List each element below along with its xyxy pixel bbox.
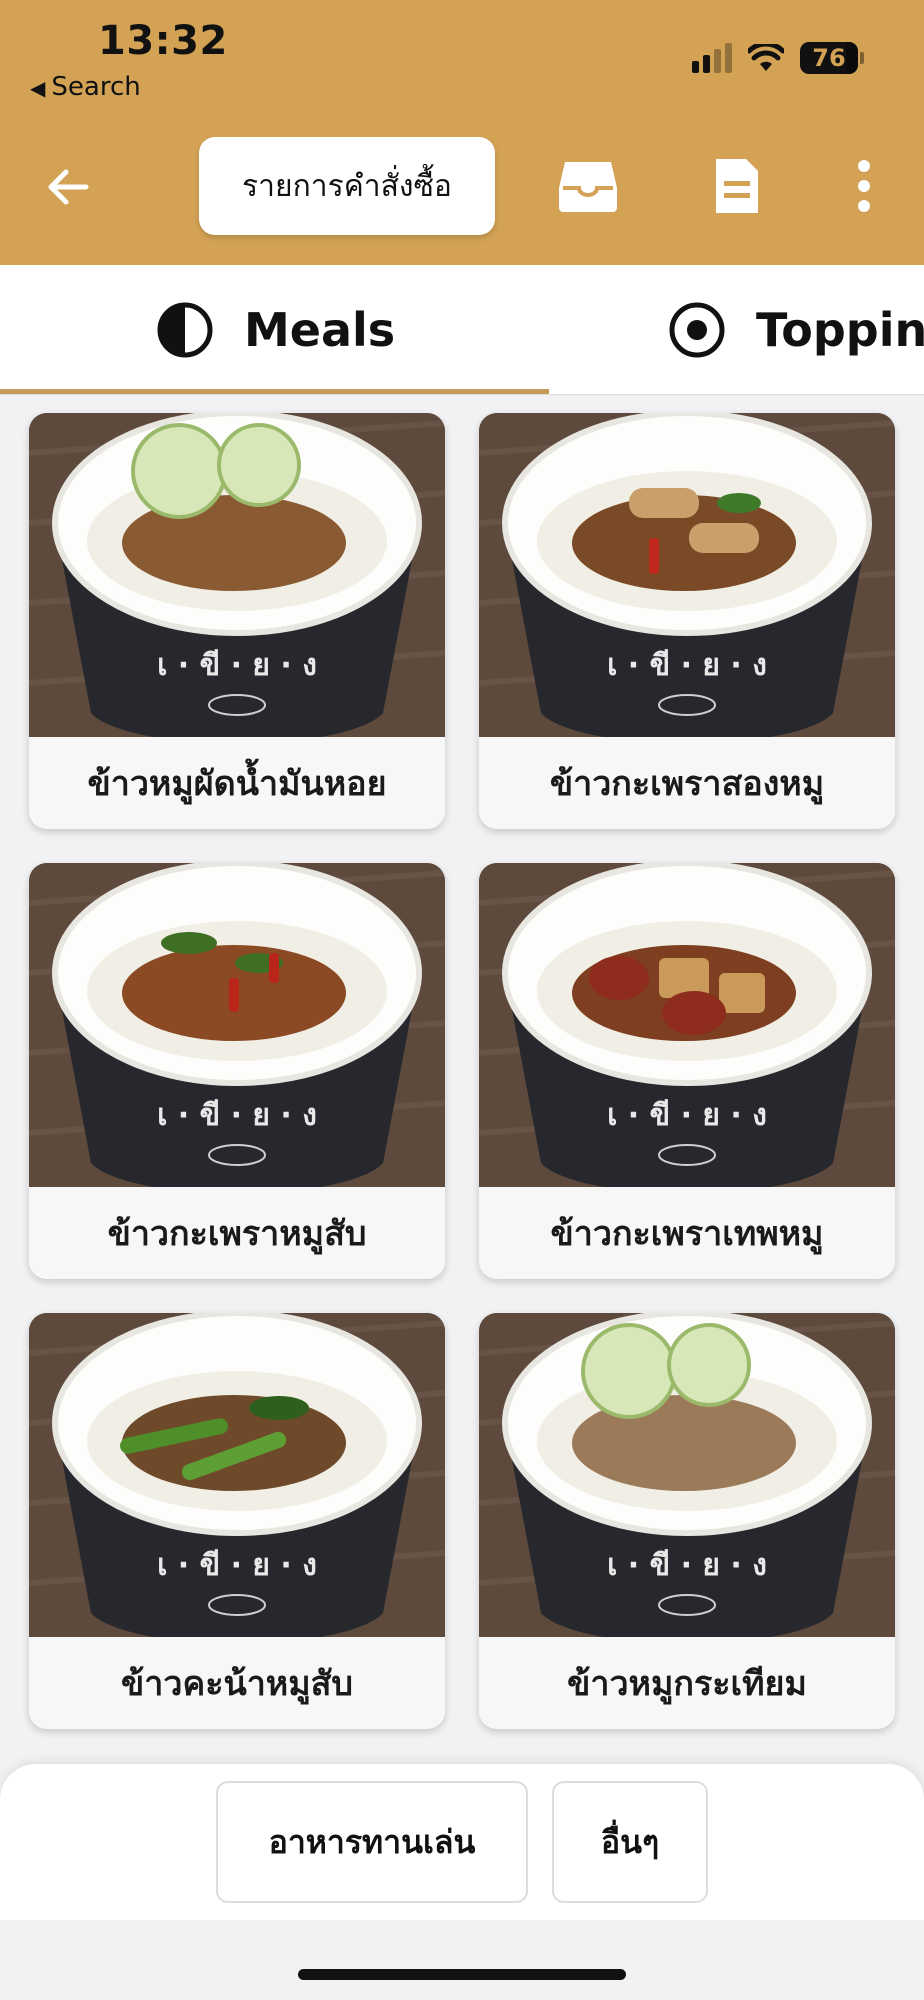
bowl-brand-text: เ · ขี · ย · ง [157,1098,317,1133]
half-circle-icon [157,302,213,358]
menu-item-card[interactable]: เ · ขี · ย · งข้าวกะเพราหมูสับ [29,863,445,1279]
bowl-brand-text: เ · ขี · ย · ง [607,1548,767,1583]
menu-item-name: ข้าวกะเพราเทพหมู [479,1187,895,1279]
menu-item-card[interactable]: เ · ขี · ย · งข้าวคะน้าหมูสับ [29,1313,445,1729]
back-triangle-icon: ◀ [30,76,46,100]
menu-item-card[interactable]: เ · ขี · ย · งข้าวกะเพราสองหมู [479,413,895,829]
menu-grid: เ · ขี · ย · งข้าวหมูผัดน้ำมันหอยเ · ขี … [29,413,895,1729]
tab-toppings[interactable]: Toppings [668,265,924,394]
radio-dot-icon [669,302,725,358]
category-tabs: Meals Toppings [0,265,924,395]
menu-item-photo: เ · ขี · ย · ง [29,413,445,737]
battery-level: 76 [812,44,846,72]
menu-item-photo: เ · ขี · ย · ง [479,863,895,1187]
menu-item-card[interactable]: เ · ขี · ย · งข้าวหมูผัดน้ำมันหอย [29,413,445,829]
arrow-left-icon[interactable] [38,160,98,214]
menu-item-name: ข้าวคะน้าหมูสับ [29,1637,445,1729]
bowl-brand-text: เ · ขี · ย · ง [157,1548,317,1583]
receipt-icon[interactable] [702,150,772,222]
tab-meals-label: Meals [244,303,396,357]
wifi-icon [748,44,784,71]
menu-item-name: ข้าวกะเพราสองหมู [479,737,895,829]
app-header: 13:32 ◀ Search 76 รายการคำสั่งซื้อ [0,0,924,265]
battery-icon: 76 [800,42,864,74]
signal-icon [692,43,732,73]
order-list-button[interactable]: รายการคำสั่งซื้อ [199,137,495,235]
menu-item-photo: เ · ขี · ย · ง [29,1313,445,1637]
category-appetizers-button[interactable]: อาหารทานเล่น [216,1781,528,1903]
menu-item-photo: เ · ขี · ย · ง [479,1313,895,1637]
bowl-brand-text: เ · ขี · ย · ง [607,1098,767,1133]
bowl-brand-text: เ · ขี · ย · ง [607,648,767,683]
menu-item-card[interactable]: เ · ขี · ย · งข้าวหมูกระเทียม [479,1313,895,1729]
menu-item-name: ข้าวหมูผัดน้ำมันหอย [29,737,445,829]
menu-item-name: ข้าวกะเพราหมูสับ [29,1187,445,1279]
menu-item-photo: เ · ขี · ย · ง [29,863,445,1187]
home-indicator[interactable] [298,1969,626,1980]
home-indicator-area [0,1920,924,2000]
active-tab-indicator [0,389,549,394]
status-indicators: 76 [692,42,864,74]
tab-toppings-label: Toppings [756,303,924,357]
back-to-app-link[interactable]: ◀ Search [30,72,141,102]
more-vertical-icon[interactable] [829,150,899,222]
status-time: 13:32 [98,18,228,64]
inbox-tray-icon[interactable] [553,150,623,222]
back-app-label: Search [51,72,141,102]
category-others-button[interactable]: อื่นๆ [552,1781,708,1903]
menu-item-photo: เ · ขี · ย · ง [479,413,895,737]
menu-item-name: ข้าวหมูกระเทียม [479,1637,895,1729]
menu-item-card[interactable]: เ · ขี · ย · งข้าวกะเพราเทพหมู [479,863,895,1279]
bowl-brand-text: เ · ขี · ย · ง [157,648,317,683]
tab-meals[interactable]: Meals [156,265,396,394]
